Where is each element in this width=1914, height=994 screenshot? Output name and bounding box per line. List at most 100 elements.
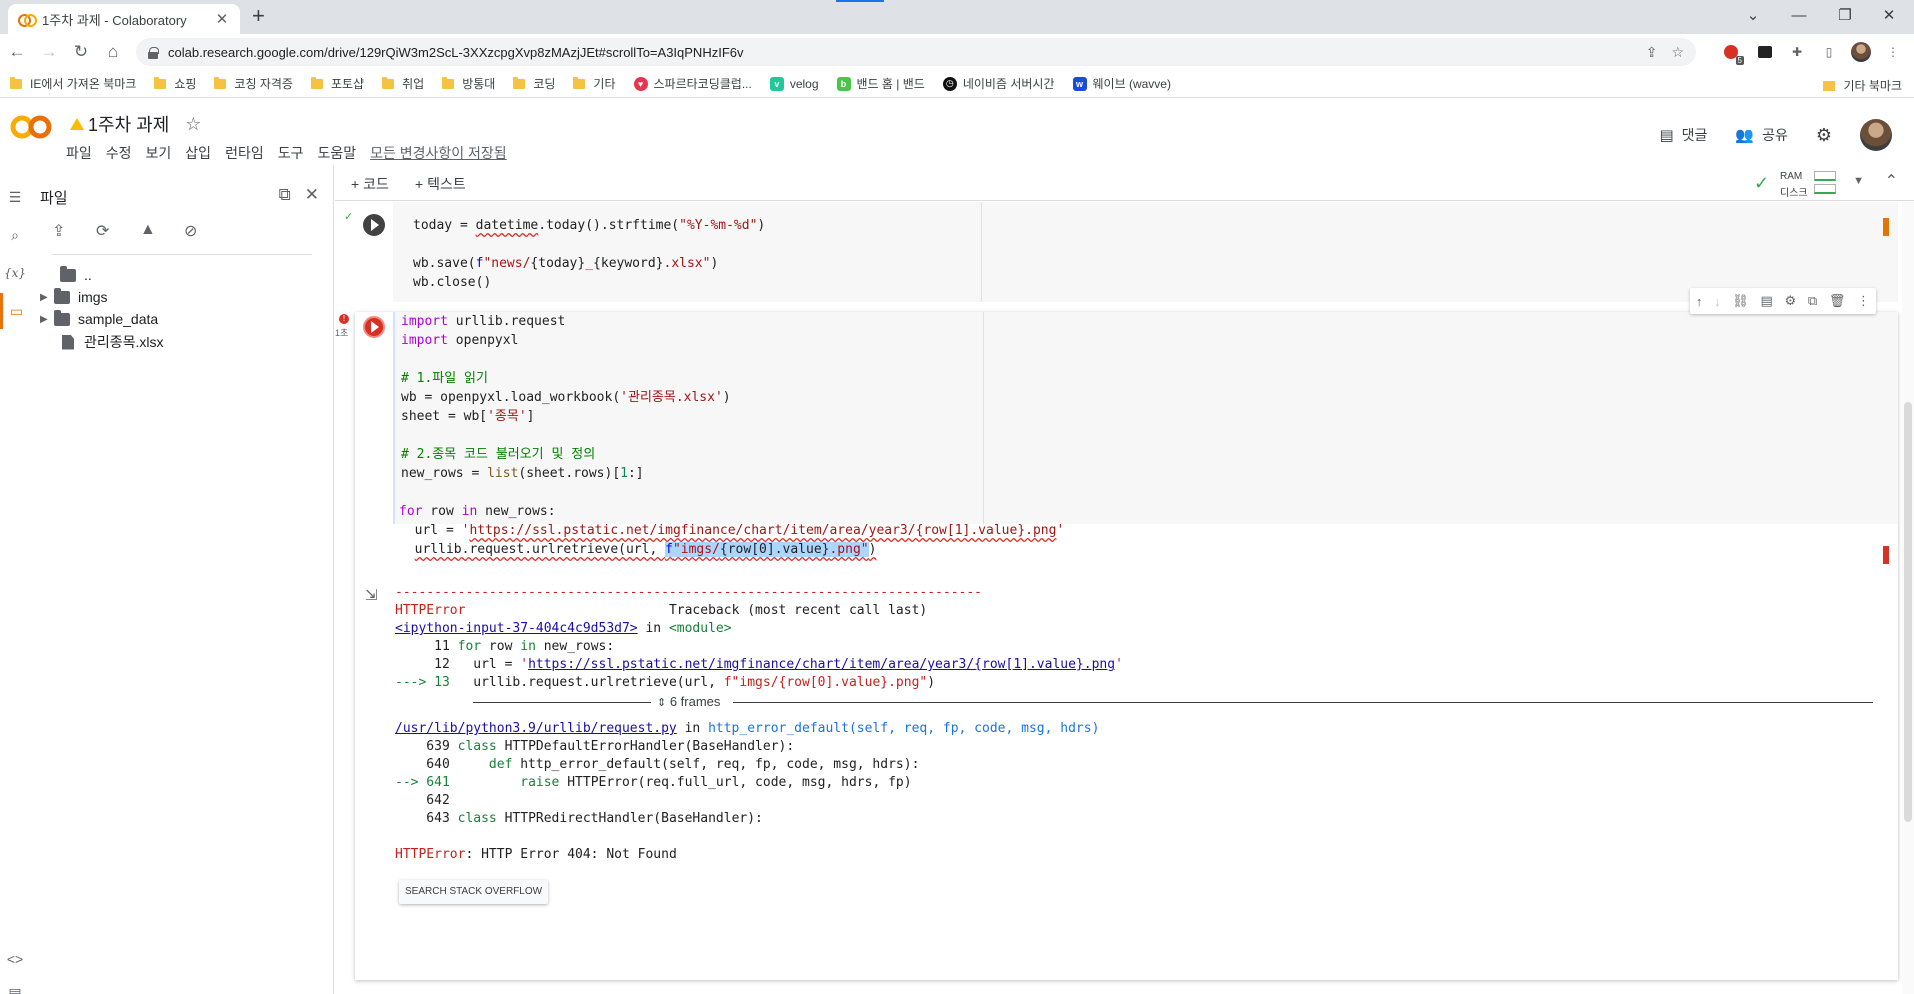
search-icon[interactable]: ⌕: [0, 217, 30, 253]
code-line: wb = openpyxl.load_workbook('관리종목.xlsx'): [401, 390, 731, 405]
command-palette-icon[interactable]: ▤: [0, 975, 30, 994]
run-cell-button[interactable]: [363, 214, 385, 236]
menu-view[interactable]: 보기: [146, 143, 172, 163]
move-up-icon[interactable]: ↑: [1696, 294, 1703, 309]
file-tree-file-xlsx[interactable]: 관리종목.xlsx: [62, 330, 164, 354]
move-down-icon[interactable]: ↓: [1714, 294, 1721, 309]
menu-tools[interactable]: 도구: [278, 143, 304, 163]
frames-toggle[interactable]: ⇕ 6 frames: [657, 694, 720, 709]
link-icon[interactable]: ⛓: [1732, 293, 1749, 309]
menu-runtime[interactable]: 런타임: [225, 143, 264, 163]
side-panel-icon[interactable]: ▯: [1820, 43, 1838, 61]
menu-file[interactable]: 파일: [66, 143, 92, 163]
folder-icon: [442, 76, 455, 89]
star-icon[interactable]: ☆: [185, 114, 201, 135]
add-text-button[interactable]: + 텍스트: [415, 174, 466, 194]
expand-caret-icon[interactable]: ▶: [40, 292, 54, 303]
code-line: # 1.파일 읽기: [401, 371, 488, 386]
extension-red-icon[interactable]: 5: [1722, 43, 1744, 65]
back-button[interactable]: ←: [4, 40, 30, 64]
refresh-folder-icon[interactable]: ⟳: [96, 221, 140, 254]
cell-more-icon[interactable]: ⋮: [1857, 293, 1870, 309]
delete-cell-icon[interactable]: 🗑: [1829, 293, 1846, 309]
home-button[interactable]: ⌂: [100, 40, 126, 64]
toc-icon[interactable]: ☰: [0, 179, 30, 215]
bookmark-item[interactable]: IE에서 가져온 북마크: [10, 75, 136, 92]
restore-button[interactable]: ❐: [1822, 0, 1868, 30]
comment-button[interactable]: ▤ 댓글: [1659, 125, 1707, 145]
variables-icon[interactable]: {x}: [0, 255, 30, 291]
lock-icon[interactable]: [148, 46, 159, 59]
ipython-input-link[interactable]: <ipython-input-37-404c4c9d53d7>: [395, 621, 638, 636]
run-cell-button[interactable]: [363, 316, 385, 338]
resources-indicator[interactable]: ✓ RAM 디스크: [1754, 169, 1844, 199]
menu-insert[interactable]: 삽입: [185, 143, 211, 163]
colab-logo-icon[interactable]: [10, 113, 52, 141]
url-text[interactable]: colab.research.google.com/drive/129rQiW3…: [168, 45, 1632, 60]
extensions-puzzle-icon[interactable]: ✚: [1788, 43, 1806, 61]
bookmark-item[interactable]: 기타: [573, 75, 616, 92]
other-bookmarks[interactable]: 기타 북마크: [1823, 77, 1902, 94]
code-snippets-icon[interactable]: <>: [0, 941, 30, 977]
notebook-title-text[interactable]: 1주차 과제: [88, 111, 169, 137]
new-tab-button[interactable]: +: [252, 5, 265, 27]
settings-gear-icon[interactable]: ⚙: [1816, 125, 1832, 146]
expand-caret-icon[interactable]: ▶: [40, 314, 54, 325]
collapse-header-icon[interactable]: ⌃: [1885, 171, 1898, 191]
address-bar[interactable]: colab.research.google.com/drive/129rQiW3…: [136, 38, 1696, 66]
bookmark-item[interactable]: 쇼핑: [154, 75, 196, 92]
comment-cell-icon[interactable]: ▤: [1760, 293, 1772, 309]
share-button[interactable]: 👥 공유: [1735, 125, 1787, 145]
cell-settings-icon[interactable]: ⚙: [1784, 293, 1796, 309]
bookmark-item[interactable]: 취업: [382, 75, 424, 92]
files-folder-icon[interactable]: ▭: [0, 293, 30, 329]
add-code-button[interactable]: + 코드: [351, 174, 389, 194]
open-in-tab-icon[interactable]: ⧉: [279, 185, 291, 205]
forward-button[interactable]: →: [36, 40, 62, 64]
extension-dark-icon[interactable]: [1756, 43, 1774, 61]
browser-tab-active[interactable]: 1주차 과제 - Colaboratory ✕: [8, 4, 240, 34]
notebook-title[interactable]: 1주차 과제 ☆: [70, 111, 201, 137]
bookmark-star-icon[interactable]: ☆: [1671, 44, 1684, 61]
bookmark-item[interactable]: 방통대: [442, 75, 495, 92]
reload-button[interactable]: ↻: [68, 40, 94, 64]
share-page-icon[interactable]: ⇪: [1646, 44, 1658, 61]
menu-edit[interactable]: 수정: [106, 143, 132, 163]
minimize-button[interactable]: —: [1776, 0, 1822, 30]
file-tree-parent[interactable]: ..: [60, 263, 92, 287]
user-avatar[interactable]: [1860, 119, 1892, 151]
tab-search-chevron-icon[interactable]: ⌄: [1730, 0, 1776, 30]
output-toggle-icon[interactable]: ⇲: [365, 586, 378, 604]
mirror-cell-icon[interactable]: ⧉: [1808, 293, 1817, 309]
file-tree-folder-sample-data[interactable]: ▶ sample_data: [40, 307, 158, 331]
bookmark-item[interactable]: 코딩: [513, 75, 555, 92]
runtime-dropdown-icon[interactable]: ▼: [1853, 175, 1864, 187]
file-tree-folder-imgs[interactable]: ▶ imgs: [40, 285, 108, 309]
close-window-button[interactable]: ✕: [1866, 0, 1912, 30]
bookmark-item[interactable]: ◷ 네이비즘 서버시간: [942, 75, 1055, 92]
scrollbar-thumb[interactable]: [1904, 402, 1912, 822]
menu-help[interactable]: 도움말: [317, 143, 356, 163]
bookmark-item[interactable]: v velog: [769, 76, 819, 91]
profile-avatar-icon[interactable]: [1850, 41, 1872, 63]
close-panel-icon[interactable]: ✕: [305, 185, 319, 205]
browser-menu-icon[interactable]: ⋮: [1884, 43, 1902, 61]
tab-close-icon[interactable]: ✕: [214, 10, 230, 28]
mount-drive-icon[interactable]: ▲: [140, 221, 184, 254]
bookmark-item[interactable]: 코칭 자격증: [214, 75, 293, 92]
hide-files-icon[interactable]: ⊘: [184, 221, 228, 254]
code-editor[interactable]: import urllib.request import openpyxl # …: [393, 312, 1898, 524]
upload-file-icon[interactable]: ⇪: [52, 221, 96, 254]
code-cell-1: ✓ today = datetime.today().strftime("%Y-…: [344, 202, 1898, 304]
request-py-link[interactable]: /usr/lib/python3.9/urllib/request.py: [395, 721, 677, 736]
notebook-scrollbar[interactable]: [1902, 202, 1914, 994]
bookmark-item[interactable]: ♥ 스파르타코딩클럽...: [633, 75, 752, 92]
search-stack-overflow-button[interactable]: SEARCH STACK OVERFLOW: [399, 880, 549, 904]
bookmark-item[interactable]: w 웨이브 (wavve): [1072, 75, 1171, 92]
save-status-link[interactable]: 모든 변경사항이 저장됨: [370, 143, 507, 163]
code-editor[interactable]: today = datetime.today().strftime("%Y-%m…: [393, 202, 1898, 302]
colab-header: 1주차 과제 ☆ 파일 수정 보기 삽입 런타임 도구 도움말 모든 변경사항이…: [0, 99, 1914, 165]
traceback-location: <ipython-input-37-404c4c9d53d7> in <modu…: [395, 621, 732, 636]
bookmark-item[interactable]: b 밴드 홈 | 밴드: [836, 75, 925, 92]
bookmark-item[interactable]: 포토샵: [310, 75, 364, 92]
